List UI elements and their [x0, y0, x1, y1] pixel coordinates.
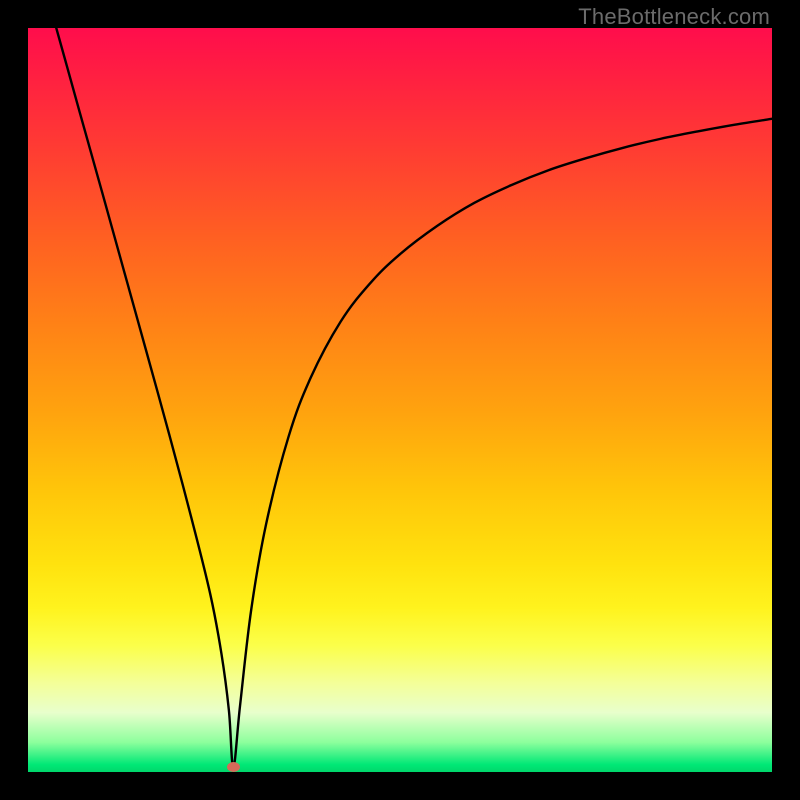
watermark-text: TheBottleneck.com [578, 4, 770, 30]
plot-area [28, 28, 772, 772]
bottleneck-curve [56, 28, 772, 767]
minimum-marker [227, 762, 240, 772]
chart-frame: TheBottleneck.com [0, 0, 800, 800]
curve-svg [28, 28, 772, 772]
